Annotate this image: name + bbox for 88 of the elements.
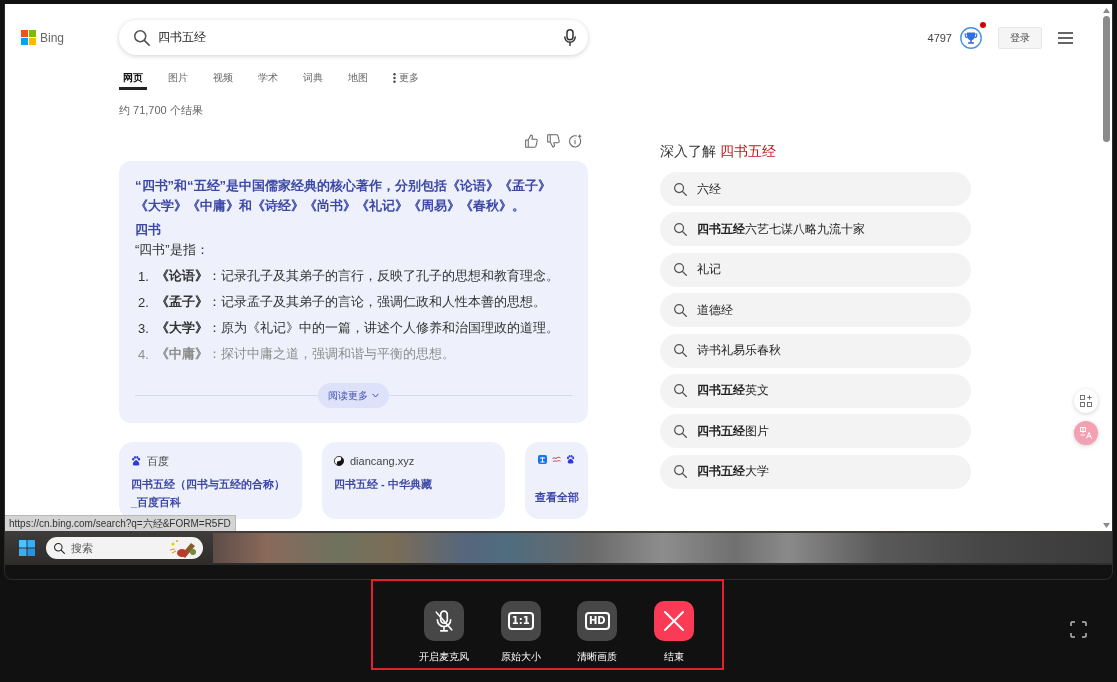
thumbs-down-icon[interactable] [547, 134, 560, 148]
grid-plus-icon [1080, 395, 1092, 407]
list-number: 1. [138, 268, 150, 284]
source-site-name: 百度 [147, 453, 169, 469]
logo-text: Bing [40, 30, 65, 45]
search-icon [674, 384, 687, 398]
taskbar-search-input[interactable]: 搜索 [71, 540, 165, 556]
hd-quality-button[interactable]: HD [577, 601, 618, 641]
answer-title: “四书”和“五经”是中国儒家经典的核心著作，分别包括《论语》《孟子》《大学》《中庸》和《诗经》《尚书》《礼记》《周易》《春秋》。 [135, 177, 552, 215]
source-title: 四书五经（四书与五经的合称）_百度百科 [131, 477, 286, 510]
search-input[interactable]: 四书五经 [158, 28, 556, 47]
caret-icon [372, 393, 379, 398]
menu-icon[interactable] [1058, 31, 1073, 44]
microphone-button[interactable] [424, 601, 465, 641]
original-size-button[interactable]: 1:1 [500, 601, 541, 641]
related-search-item[interactable]: 四书五经英文 [660, 373, 971, 408]
read-more-button[interactable]: 阅读更多 [318, 383, 389, 408]
answer-intro: “四书”是指： [135, 241, 210, 259]
more-tab[interactable]: 更多 [389, 66, 423, 90]
related-search-item[interactable]: 六经 [660, 172, 971, 206]
translate-icon [1080, 427, 1092, 439]
nav-tab[interactable]: 图片 [164, 66, 192, 90]
end-button[interactable] [653, 601, 694, 641]
more-dots-icon [393, 73, 396, 83]
related-search-item[interactable]: 四书五经大学 [660, 454, 971, 489]
thumbs-up-icon[interactable] [525, 134, 538, 148]
related-search-item[interactable]: 礼记 [660, 252, 971, 287]
search-bar[interactable]: 四书五经 [119, 20, 588, 55]
scrollbar-thumb[interactable] [1102, 16, 1110, 142]
yin-yang-icon [334, 456, 344, 466]
list-item-text: 《中庸》：探讨中庸之道，强调和谐与平衡的思想。 [156, 345, 455, 363]
doodle-icon [169, 538, 199, 558]
microphone-icon[interactable] [564, 29, 576, 46]
fullscreen-icon[interactable] [1070, 621, 1087, 638]
search-icon [674, 465, 687, 479]
nav-tab[interactable]: 网页 [119, 66, 147, 90]
related-search-item[interactable]: 道德经 [660, 293, 971, 328]
scroll-down-icon[interactable] [1102, 523, 1110, 528]
see-all-card[interactable]: 查看全部 [525, 442, 588, 519]
sign-in-button[interactable]: 登录 [998, 26, 1042, 49]
start-icon[interactable] [19, 540, 35, 556]
source-title: 四书五经 - 中华典藏 [334, 477, 433, 492]
search-icon [54, 542, 65, 554]
search-icon [134, 29, 150, 46]
related-heading: 深入了解 [660, 143, 716, 159]
list-item-text: 《论语》：记录孔子及其弟子的言行，反映了孔子的思想和教育理念。 [156, 267, 559, 285]
logo-icon [21, 30, 36, 45]
related-search-item[interactable]: 四书五经六艺七谋八略九流十家 [660, 212, 971, 247]
search-icon [674, 344, 687, 358]
list-item-text: 《孟子》：记录孟子及其弟子的言论，强调仁政和人性本善的思想。 [156, 293, 546, 311]
answer-section-heading: 四书 [135, 221, 162, 239]
add-widget-button[interactable] [1074, 389, 1098, 413]
nav-tab[interactable]: 地图 [344, 66, 372, 90]
search-icon [674, 222, 687, 236]
search-icon [674, 182, 687, 196]
scroll-up-icon[interactable] [1102, 8, 1110, 13]
search-icon [674, 263, 687, 277]
source-card[interactable]: 百度 四书五经（四书与五经的合称）_百度百科 [119, 442, 302, 519]
taskbar-search-bar[interactable]: 搜索 [46, 537, 203, 559]
control-label: 开启麦克风 [419, 649, 470, 663]
related-search-item[interactable]: 诗书礼易乐春秋 [660, 333, 971, 368]
search-icon [674, 303, 687, 317]
list-number: 2. [138, 294, 150, 310]
control-label: 原始大小 [500, 649, 541, 663]
nav-tab[interactable]: 词典 [299, 66, 327, 90]
status-url-tooltip: https://cn.bing.com/search?q=六经&FORM=R5FD [5, 515, 236, 531]
list-number: 4. [138, 346, 150, 362]
related-query: 四书五经 [720, 143, 776, 159]
control-label: 结束 [663, 649, 684, 663]
paw-icon [131, 456, 141, 466]
info-icon[interactable] [569, 134, 582, 148]
list-number: 3. [138, 320, 150, 336]
list-item-text: 《大学》：原为《礼记》中的一篇，讲述个人修养和治国理政的道理。 [156, 319, 559, 337]
related-search-item[interactable]: 四书五经图片 [660, 414, 971, 449]
result-count: 约 71,700 个结果 [119, 103, 204, 117]
trophy-icon[interactable] [960, 26, 982, 49]
see-all-label: 查看全部 [534, 491, 579, 505]
app-tile-icon [538, 455, 547, 464]
control-label: 清晰画质 [577, 649, 618, 663]
nav-tab[interactable]: 视频 [209, 66, 237, 90]
squiggle-icon [552, 455, 561, 464]
rewards-points: 4797 [927, 31, 952, 44]
source-site-name: diancang.xyz [350, 455, 415, 467]
source-card[interactable]: diancang.xyz 四书五经 - 中华典藏 [322, 442, 505, 519]
close-icon [663, 611, 684, 631]
paw-icon [566, 455, 575, 464]
nav-tab[interactable]: 学术 [254, 66, 282, 90]
search-icon [674, 424, 687, 438]
